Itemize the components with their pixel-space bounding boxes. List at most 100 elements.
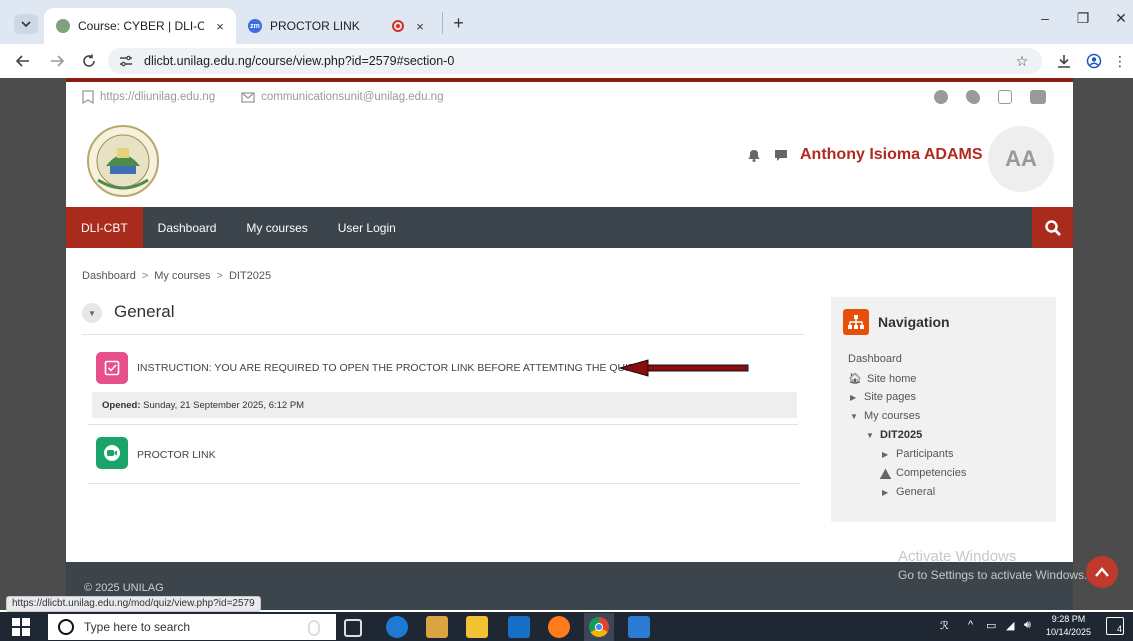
expand-right-icon: ▶ (882, 449, 889, 459)
arrow-right-icon (51, 55, 64, 67)
nav-tree-my-courses[interactable]: ▼ My courses (850, 410, 920, 422)
notification-center-icon[interactable]: 4 (1106, 617, 1124, 635)
cortana-icon (58, 619, 74, 635)
store-icon[interactable] (426, 616, 448, 638)
nav-tree-label[interactable]: Site pages (864, 391, 916, 403)
close-tab-icon[interactable]: × (412, 19, 428, 34)
close-window-button[interactable]: ✕ (1106, 10, 1133, 27)
section-collapse-icon[interactable]: ▼ (82, 303, 102, 323)
envelope-icon (241, 91, 255, 103)
site-favicon-icon (56, 19, 70, 33)
nav-user-login[interactable]: User Login (323, 207, 411, 248)
nav-tree-dashboard[interactable]: Dashboard (848, 353, 902, 365)
reload-icon (83, 54, 95, 67)
breadcrumb-dashboard[interactable]: Dashboard (82, 270, 136, 282)
start-button[interactable] (12, 618, 30, 636)
expand-right-icon: ▶ (882, 487, 889, 497)
activate-windows-title: Activate Windows (898, 548, 1017, 565)
reload-button[interactable] (78, 50, 100, 72)
forward-button[interactable] (46, 50, 68, 72)
user-name[interactable]: Anthony Isioma ADAMS (800, 146, 983, 164)
top-info-bar: https://dliunilag.edu.ng communicationsu… (82, 90, 443, 104)
back-to-top-button[interactable] (1086, 556, 1118, 588)
file-explorer-icon[interactable] (466, 616, 488, 638)
close-tab-icon[interactable]: × (212, 19, 228, 34)
youtube-icon[interactable] (1030, 90, 1046, 104)
more-menu-icon[interactable]: ⋮ (1110, 51, 1130, 71)
website-link[interactable]: https://dliunilag.edu.ng (100, 91, 215, 103)
microphone-icon[interactable] (308, 620, 320, 636)
network-icon[interactable]: ▭ (986, 619, 996, 632)
minimize-button[interactable]: – (1030, 10, 1060, 26)
nav-dli-cbt[interactable]: DLI-CBT (66, 207, 143, 248)
restore-button[interactable]: ❐ (1068, 10, 1098, 27)
people-icon[interactable]: ℛ (940, 619, 949, 632)
sitemap-icon (843, 309, 869, 335)
nav-tree-label[interactable]: General (896, 486, 935, 498)
recording-icon (392, 20, 404, 32)
nav-tree-course[interactable]: ▼ DIT2025 (866, 429, 922, 441)
nav-tree-label[interactable]: My courses (864, 410, 920, 422)
breadcrumb-my-courses[interactable]: My courses (154, 270, 210, 282)
activate-windows-subtitle: Go to Settings to activate Windows. (898, 568, 1088, 582)
back-button[interactable] (12, 50, 34, 72)
nav-tree-label[interactable]: Participants (896, 448, 953, 460)
bookmark-icon (82, 90, 94, 104)
bookmark-star-icon[interactable]: ☆ (1012, 51, 1032, 71)
nav-tree-label[interactable]: Site home (867, 373, 917, 385)
divider (88, 483, 800, 484)
site-search-button[interactable] (1032, 207, 1073, 248)
quiz-activity-link[interactable]: INSTRUCTION: YOU ARE REQUIRED TO OPEN TH… (137, 362, 634, 374)
notification-count: 4 (1116, 624, 1122, 634)
nav-tree-site-pages[interactable]: ▶ Site pages (850, 391, 916, 403)
instagram-icon[interactable] (998, 90, 1012, 104)
tab-course[interactable]: Course: CYBER | DLI-CBT × (44, 8, 236, 44)
proctor-link[interactable]: PROCTOR LINK (137, 449, 216, 461)
clock-date: 10/14/2025 (1046, 627, 1092, 637)
tab-proctor-link[interactable]: zm PROCTOR LINK × (240, 8, 436, 44)
photos-icon[interactable] (628, 616, 650, 638)
nav-tree-participants[interactable]: ▶ Participants (882, 448, 953, 460)
twitter-icon[interactable] (966, 90, 980, 104)
nav-my-courses[interactable]: My courses (231, 207, 322, 248)
url-text[interactable]: dlicbt.unilag.edu.ng/course/view.php?id=… (144, 54, 454, 68)
edge-icon[interactable] (386, 616, 408, 638)
mail-icon[interactable] (508, 616, 530, 638)
new-tab-button[interactable]: + (442, 12, 464, 34)
avatar[interactable]: AA (988, 126, 1054, 192)
messages-icon[interactable] (774, 149, 788, 162)
quiz-icon[interactable] (96, 352, 128, 384)
user-menu[interactable]: Anthony Isioma ADAMS ▼ (746, 146, 1004, 164)
primary-navbar: DLI-CBT Dashboard My courses User Login (66, 207, 1073, 248)
nav-tree-label[interactable]: Dashboard (848, 353, 902, 365)
download-icon[interactable] (1054, 51, 1074, 71)
competencies-icon (880, 468, 891, 479)
nav-tree-general[interactable]: ▶ General (882, 486, 935, 498)
nav-tree-label[interactable]: Competencies (896, 467, 966, 479)
taskbar-search[interactable]: Type here to search (48, 614, 336, 640)
chevron-up-icon (1095, 567, 1109, 577)
email-link[interactable]: communicationsunit@unilag.edu.ng (261, 91, 443, 103)
notification-bell-icon[interactable] (746, 148, 762, 162)
nav-tree-competencies[interactable]: Competencies (880, 467, 966, 479)
chrome-app-tile[interactable] (584, 613, 614, 641)
profile-icon[interactable] (1084, 51, 1104, 71)
clock-time: 9:28 PM (1051, 614, 1086, 624)
nav-dashboard[interactable]: Dashboard (143, 207, 232, 248)
expand-down-icon: ▼ (866, 430, 874, 440)
firefox-icon[interactable] (548, 616, 570, 638)
zoom-icon[interactable] (96, 437, 128, 469)
facebook-icon[interactable] (934, 90, 948, 104)
breadcrumb-course[interactable]: DIT2025 (229, 270, 271, 282)
wifi-icon[interactable]: ◢ (1006, 619, 1014, 632)
university-logo[interactable] (86, 124, 160, 198)
taskbar-clock[interactable]: 9:28 PM 10/14/2025 (1046, 613, 1091, 639)
nav-tree-site-home[interactable]: 🏠︎ Site home (848, 372, 917, 386)
address-bar[interactable]: dlicbt.unilag.edu.ng/course/view.php?id=… (108, 48, 1042, 74)
nav-tree-label[interactable]: DIT2025 (880, 429, 922, 441)
task-view-icon[interactable] (344, 619, 362, 637)
show-hidden-icons[interactable]: ^ (968, 619, 973, 631)
expand-right-icon: ▶ (850, 392, 857, 402)
tab-search-button[interactable] (14, 14, 38, 34)
volume-icon[interactable]: 🔊︎ (1024, 619, 1031, 632)
